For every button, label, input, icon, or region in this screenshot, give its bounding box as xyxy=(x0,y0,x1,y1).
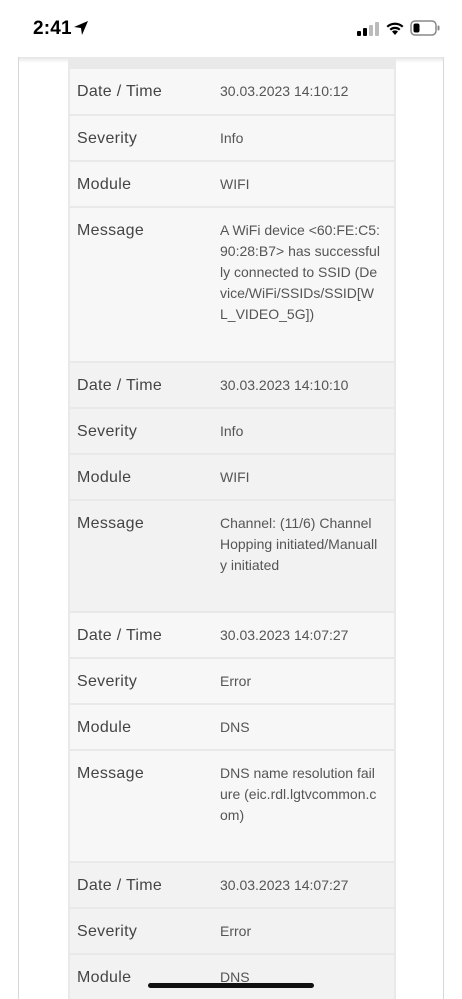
log-row-module: Module WIFI xyxy=(68,453,396,499)
module-label: Module xyxy=(77,176,132,193)
log-row-date-time: Date / Time 30.03.2023 14:10:12 xyxy=(68,67,396,114)
message-value: Channel: (11/6) Channel Hopping initiate… xyxy=(220,515,378,573)
cellular-signal-icon xyxy=(357,22,379,36)
date-time-value: 30.03.2023 14:07:27 xyxy=(220,877,349,893)
location-arrow-icon xyxy=(74,21,88,35)
log-row-module: Module DNS xyxy=(68,703,396,749)
date-time-value: 30.03.2023 14:10:10 xyxy=(220,377,349,393)
battery-icon xyxy=(410,20,440,36)
message-value: DNS name resolution failure (eic.rdl.lgt… xyxy=(220,765,377,823)
severity-label: Severity xyxy=(77,673,138,690)
module-value: DNS xyxy=(220,719,250,735)
module-label: Module xyxy=(77,969,132,986)
log-row-message: Message Channel: (11/6) Channel Hopping … xyxy=(68,499,396,611)
message-label: Message xyxy=(77,765,145,782)
page-frame: Date / Time 30.03.2023 14:10:12 Severity… xyxy=(18,57,444,999)
message-value: A WiFi device <60:FE:C5:90:28:B7> has su… xyxy=(220,222,380,322)
severity-label: Severity xyxy=(77,423,138,440)
module-value: WIFI xyxy=(220,176,250,192)
log-row-severity: Severity Info xyxy=(68,407,396,453)
severity-value: Error xyxy=(220,923,252,939)
module-label: Module xyxy=(77,469,132,486)
log-row-severity: Severity Error xyxy=(68,657,396,703)
log-row-module: Module DNS xyxy=(68,953,396,999)
date-time-label: Date / Time xyxy=(77,627,163,644)
message-label: Message xyxy=(77,222,145,239)
severity-value: Info xyxy=(220,130,244,146)
date-time-label: Date / Time xyxy=(77,83,163,100)
date-time-value: 30.03.2023 14:10:12 xyxy=(220,83,349,99)
severity-value: Error xyxy=(220,673,252,689)
home-indicator[interactable] xyxy=(148,983,314,988)
severity-label: Severity xyxy=(77,130,138,147)
date-time-label: Date / Time xyxy=(77,377,163,394)
status-bar: 2:41 xyxy=(0,0,462,57)
message-label: Message xyxy=(77,515,145,532)
log-row-date-time: Date / Time 30.03.2023 14:10:10 xyxy=(68,361,396,407)
severity-value: Info xyxy=(220,423,244,439)
wifi-icon xyxy=(386,22,404,35)
status-time: 2:41 xyxy=(33,18,72,39)
log-row-message: Message A WiFi device <60:FE:C5:90:28:B7… xyxy=(68,206,396,361)
log-row-severity: Severity Error xyxy=(68,907,396,953)
log-row-module: Module WIFI xyxy=(68,160,396,206)
module-value: WIFI xyxy=(220,469,250,485)
log-row-severity: Severity Info xyxy=(68,114,396,160)
severity-label: Severity xyxy=(77,923,138,940)
date-time-label: Date / Time xyxy=(77,877,163,894)
module-label: Module xyxy=(77,719,132,736)
log-row-date-time: Date / Time 30.03.2023 14:07:27 xyxy=(68,861,396,907)
log-row-message: Message DNS name resolution failure (eic… xyxy=(68,749,396,861)
date-time-value: 30.03.2023 14:07:27 xyxy=(220,627,349,643)
log-row-date-time: Date / Time 30.03.2023 14:07:27 xyxy=(68,611,396,657)
